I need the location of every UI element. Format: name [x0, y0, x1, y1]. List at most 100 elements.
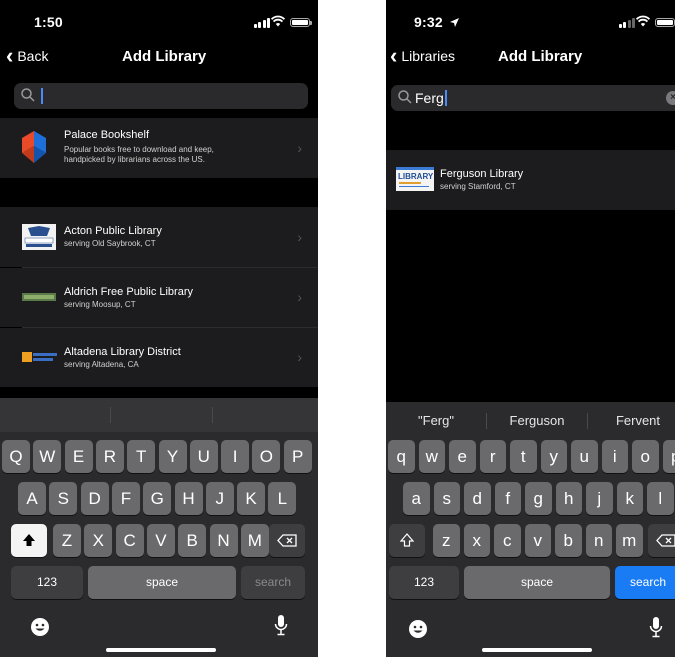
key-i[interactable]: i [601, 440, 628, 473]
key-q[interactable]: q [388, 440, 415, 473]
key-v[interactable]: V [146, 524, 175, 557]
key-k[interactable]: k [616, 482, 643, 515]
palace-logo-icon [22, 131, 46, 163]
key-r[interactable]: R [95, 440, 124, 473]
key-u[interactable]: U [189, 440, 218, 473]
emoji-icon[interactable] [30, 617, 50, 637]
key-l[interactable]: l [647, 482, 674, 515]
suggestion-3[interactable]: Fervent [588, 402, 675, 440]
screen-add-library-empty: 1:50 ‹ Back Add Library Palace Bookshelf … [0, 0, 318, 657]
key-i[interactable]: I [221, 440, 250, 473]
key-h[interactable]: h [555, 482, 582, 515]
key-j[interactable]: J [205, 482, 234, 515]
key-o[interactable]: O [252, 440, 281, 473]
text-cursor [445, 90, 447, 106]
key-u[interactable]: u [571, 440, 598, 473]
key-m[interactable]: m [616, 524, 643, 557]
key-f[interactable]: F [111, 482, 140, 515]
search-input[interactable] [14, 83, 308, 109]
key-y[interactable]: y [540, 440, 567, 473]
key-h[interactable]: H [174, 482, 203, 515]
list-item-library-1[interactable]: Acton Public Library serving Old Saybroo… [0, 207, 318, 267]
key-l[interactable]: L [268, 482, 297, 515]
search-key[interactable]: search [615, 566, 675, 599]
back-label: Back [17, 48, 49, 64]
key-w[interactable]: W [33, 440, 62, 473]
key-z[interactable]: z [433, 524, 460, 557]
delete-key[interactable] [269, 524, 305, 557]
chevron-right-icon: › [297, 140, 302, 156]
library-location: serving Stamford, CT [440, 182, 516, 191]
search-icon [21, 88, 35, 102]
key-g[interactable]: g [525, 482, 552, 515]
status-time: 1:50 [34, 14, 63, 30]
key-p[interactable]: P [283, 440, 312, 473]
chevron-right-icon: › [297, 289, 302, 305]
key-r[interactable]: r [479, 440, 506, 473]
search-key[interactable]: search [241, 566, 305, 599]
key-e[interactable]: e [449, 440, 476, 473]
key-v[interactable]: v [524, 524, 551, 557]
key-j[interactable]: j [586, 482, 613, 515]
suggestion-2[interactable]: Ferguson [487, 402, 587, 440]
search-input[interactable]: Ferg × [391, 85, 675, 111]
chevron-left-icon: ‹ [390, 43, 398, 68]
key-x[interactable]: x [463, 524, 490, 557]
library-location: serving Old Saybrook, CT [64, 239, 156, 248]
screen-add-library-search: 9:32 ‹ Libraries Add Library Ferg × LIBRA… [386, 0, 675, 657]
key-m[interactable]: M [240, 524, 269, 557]
list-item-library-2[interactable]: Aldrich Free Public Library serving Moos… [0, 268, 318, 327]
list-item-library-3[interactable]: Altadena Library District serving Altade… [0, 328, 318, 387]
home-indicator [106, 648, 216, 652]
key-g[interactable]: G [143, 482, 172, 515]
key-c[interactable]: c [494, 524, 521, 557]
back-button[interactable]: ‹ Libraries [390, 43, 455, 68]
emoji-icon[interactable] [408, 619, 428, 639]
back-button[interactable]: ‹ Back [6, 43, 49, 68]
key-b[interactable]: b [555, 524, 582, 557]
key-x[interactable]: X [84, 524, 113, 557]
space-key[interactable]: space [88, 566, 236, 599]
key-k[interactable]: K [237, 482, 266, 515]
key-t[interactable]: T [127, 440, 156, 473]
clear-search-icon[interactable]: × [666, 91, 675, 105]
microphone-icon[interactable] [649, 616, 663, 640]
chevron-left-icon: ‹ [6, 43, 14, 68]
key-p[interactable]: p [662, 440, 675, 473]
key-d[interactable]: D [80, 482, 109, 515]
delete-key[interactable] [648, 524, 675, 557]
key-s[interactable]: s [433, 482, 460, 515]
key-s[interactable]: S [49, 482, 78, 515]
shift-key[interactable] [389, 524, 425, 557]
key-e[interactable]: E [64, 440, 93, 473]
battery-icon [290, 18, 312, 27]
status-time: 9:32 [414, 14, 443, 30]
key-z[interactable]: Z [53, 524, 81, 557]
home-indicator [482, 648, 592, 652]
key-c[interactable]: C [115, 524, 144, 557]
key-a[interactable]: a [403, 482, 430, 515]
key-q[interactable]: Q [2, 440, 30, 473]
library-name: Ferguson Library [440, 168, 524, 180]
list-item-palace-bookshelf[interactable]: Palace Bookshelf Popular books free to d… [0, 118, 318, 178]
list-item-search-result[interactable]: LIBRARY Ferguson Library serving Stamfor… [386, 150, 675, 210]
microphone-icon[interactable] [274, 614, 288, 638]
shift-key[interactable] [11, 524, 47, 557]
key-f[interactable]: f [494, 482, 521, 515]
key-n[interactable]: N [209, 524, 238, 557]
key-o[interactable]: o [632, 440, 659, 473]
key-t[interactable]: t [510, 440, 537, 473]
space-key[interactable]: space [464, 566, 610, 599]
numbers-key[interactable]: 123 [11, 566, 83, 599]
key-n[interactable]: n [585, 524, 612, 557]
key-b[interactable]: B [178, 524, 207, 557]
key-a[interactable]: A [18, 482, 46, 515]
key-d[interactable]: d [464, 482, 491, 515]
suggestion-1[interactable]: "Ferg" [386, 402, 486, 440]
key-w[interactable]: w [418, 440, 445, 473]
predictive-bar [0, 398, 318, 432]
library-name: Acton Public Library [64, 225, 162, 237]
numbers-key[interactable]: 123 [389, 566, 459, 599]
key-y[interactable]: Y [158, 440, 187, 473]
search-text: Ferg [415, 90, 444, 106]
